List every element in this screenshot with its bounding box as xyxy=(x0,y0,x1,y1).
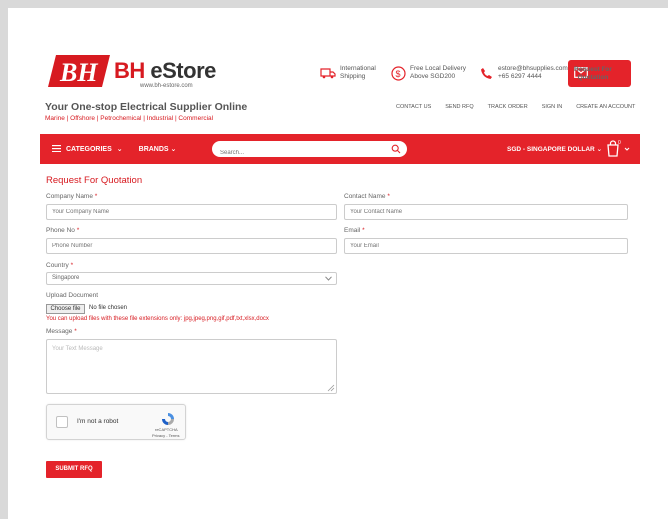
bh-logo-mark-icon: BH xyxy=(48,55,110,87)
brand-name-part1: BH xyxy=(114,58,145,83)
message-textarea[interactable]: Your Text Message xyxy=(46,339,337,394)
country-select[interactable]: Singapore xyxy=(46,272,337,285)
country-label: Country * xyxy=(46,262,73,269)
required-mark: * xyxy=(362,227,365,234)
recaptcha-terms[interactable]: Privacy - Terms xyxy=(152,433,179,438)
main-nav: CATEGORIES ⌄ BRANDS ⌄ SGD - SINGAPORE DO… xyxy=(40,134,640,164)
link-track-order[interactable]: TRACK ORDER xyxy=(488,104,528,110)
message-label: Message * xyxy=(46,328,77,335)
page-title: Request For Quotation xyxy=(46,175,143,186)
contact-info[interactable]: estore@bhsupplies.com +65 6297 4444 xyxy=(478,65,568,81)
truck-icon xyxy=(320,65,336,81)
request-quotation-button[interactable]: Request For Quotation xyxy=(568,60,631,87)
upload-hint: You can upload files with these file ext… xyxy=(46,316,269,322)
file-status: No file chosen xyxy=(89,305,128,311)
required-mark: * xyxy=(387,193,390,200)
required-mark: * xyxy=(70,262,74,269)
cart-count: 0 xyxy=(618,140,621,146)
search-icon[interactable] xyxy=(391,144,401,154)
company-name-label-text: Company Name xyxy=(46,193,93,200)
contact-name-label-text: Contact Name xyxy=(344,193,386,200)
message-placeholder: Your Text Message xyxy=(52,346,103,352)
recaptcha-widget: I'm not a robot reCAPTCHA Privacy - Term… xyxy=(46,404,186,440)
categories-menu[interactable]: CATEGORIES ⌄ xyxy=(52,144,123,154)
choose-file-button[interactable]: Choose file xyxy=(46,304,85,314)
brands-label: BRANDS xyxy=(138,146,169,153)
company-name-label: Company Name * xyxy=(46,193,97,200)
link-create-account[interactable]: CREATE AN ACCOUNT xyxy=(576,104,635,110)
svg-text:$: $ xyxy=(395,69,400,79)
message-label-text: Message xyxy=(46,328,73,335)
brands-menu[interactable]: BRANDS ⌄ xyxy=(139,145,177,153)
required-mark: * xyxy=(94,193,98,200)
shipping-line2: Shipping xyxy=(340,73,366,80)
country-label-text: Country xyxy=(46,262,69,269)
subtagline: Marine | Offshore | Petrochemical | Indu… xyxy=(45,115,214,122)
brand-logo[interactable]: BH BH eStore www.bh-estore.com xyxy=(48,55,238,95)
link-sign-in[interactable]: SIGN IN xyxy=(542,104,562,110)
link-send-rfq[interactable]: SEND RFQ xyxy=(445,104,473,110)
currency-selector[interactable]: SGD - SINGAPORE DOLLAR ⌄ xyxy=(507,145,602,153)
phone-label-text: Phone No xyxy=(46,227,75,234)
page: BH BH eStore www.bh-estore.com Internati… xyxy=(8,8,668,519)
phone-icon xyxy=(478,65,494,81)
rfq-line1: Request For xyxy=(574,65,612,73)
brand-name: BH eStore xyxy=(114,58,216,84)
brand-url: www.bh-estore.com xyxy=(140,83,193,89)
chevron-down-icon xyxy=(325,276,332,281)
email-field[interactable] xyxy=(344,238,628,254)
delivery-line1: Free Local Delivery xyxy=(410,65,466,72)
recaptcha-checkbox[interactable] xyxy=(56,416,68,428)
top-links: CONTACT US SEND RFQ TRACK ORDER SIGN IN … xyxy=(396,104,635,110)
chevron-down-icon: ⌄ xyxy=(116,146,123,153)
link-contact-us[interactable]: CONTACT US xyxy=(396,104,431,110)
email-label-text: Email xyxy=(344,227,361,234)
search-box xyxy=(212,141,407,161)
menu-icon xyxy=(52,144,61,154)
delivery-line2: Above SGD200 xyxy=(410,73,456,80)
contact-name-label: Contact Name * xyxy=(344,193,390,200)
contact-name-field[interactable] xyxy=(344,204,628,220)
dollar-icon: $ xyxy=(390,65,406,81)
company-name-field[interactable] xyxy=(46,204,337,220)
delivery-info: $ Free Local Delivery Above SGD200 xyxy=(390,65,466,81)
required-mark: * xyxy=(74,328,77,335)
required-mark: * xyxy=(76,227,80,234)
chevron-down-icon: ⌄ xyxy=(596,146,603,153)
categories-label: CATEGORIES xyxy=(66,145,112,153)
country-value: Singapore xyxy=(52,275,80,281)
contact-phone[interactable]: +65 6297 4444 xyxy=(498,73,568,81)
tagline: Your One-stop Electrical Supplier Online xyxy=(45,101,248,113)
chevron-down-icon: ⌄ xyxy=(170,146,177,153)
shipping-line1: International xyxy=(340,65,376,72)
submit-rfq-button[interactable]: SUBMIT RFQ xyxy=(46,461,102,478)
email-label: Email * xyxy=(344,227,365,234)
resize-handle-icon[interactable] xyxy=(327,384,335,392)
phone-label: Phone No * xyxy=(46,227,79,234)
contact-email[interactable]: estore@bhsupplies.com xyxy=(498,65,568,73)
recaptcha-logo-icon xyxy=(162,413,174,425)
svg-text:BH: BH xyxy=(59,58,98,87)
cart-button[interactable]: 0 xyxy=(605,140,633,158)
rfq-line2: Quotation xyxy=(577,73,609,81)
search-input[interactable] xyxy=(212,145,382,161)
recaptcha-brand: reCAPTCHA xyxy=(155,427,178,432)
currency-label: SGD - SINGAPORE DOLLAR xyxy=(507,146,595,153)
recaptcha-label: I'm not a robot xyxy=(77,418,119,425)
brand-name-part2: eStore xyxy=(144,58,216,83)
shipping-info: International Shipping xyxy=(320,65,376,81)
phone-field[interactable] xyxy=(46,238,337,254)
upload-label: Upload Document xyxy=(46,292,99,299)
